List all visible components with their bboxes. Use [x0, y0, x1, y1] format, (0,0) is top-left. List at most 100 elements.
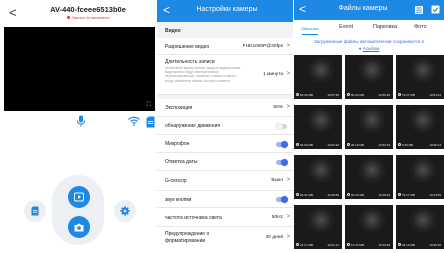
setting-label: Отметка даты: [165, 159, 198, 165]
date-stamp-toggle[interactable]: [276, 159, 288, 166]
live-view-screen: < AV-440-fceee6513b0e Запись остановлена…: [0, 0, 155, 253]
file-size: 36.19 MB: [402, 243, 415, 247]
setting-label: Микрофон: [165, 141, 190, 147]
setting-description: Установите время записи каждого видеорол…: [165, 66, 242, 83]
setting-light-frequency[interactable]: частота источника света 50Hz >: [157, 208, 293, 227]
tab-normal[interactable]: Обычные: [301, 26, 319, 31]
setting-format-warning[interactable]: Предупреждение о форматировании 30 дней …: [157, 227, 293, 253]
video-icon: [398, 92, 401, 96]
video-icon: [398, 242, 401, 246]
recording-dot-icon: [66, 16, 70, 20]
chevron-right-icon: >: [286, 71, 290, 77]
app-screens: < AV-440-fceee6513b0e Запись остановлена…: [0, 0, 444, 253]
setting-label: Экспозиция: [165, 105, 193, 111]
setting-date-stamp: Отметка даты: [157, 153, 293, 171]
video-icon: [296, 142, 299, 146]
settings-header: < Настройки камеры: [157, 0, 293, 22]
camera-icon: [74, 223, 84, 231]
setting-label: частота источника света: [165, 215, 222, 221]
select-checkbox-icon[interactable]: [431, 5, 440, 14]
grid-view-icon[interactable]: [415, 6, 423, 14]
auto-save-note-text: Загруженные файлы автоматически сохраняю…: [314, 39, 424, 44]
setting-value: 50Hz: [271, 215, 283, 220]
file-size: 41.17 MB: [300, 243, 313, 247]
video-thumbnail[interactable]: 36.19 MB 10:52:23: [345, 105, 393, 149]
setting-label: G-сенсор: [165, 178, 187, 184]
video-icon: [398, 192, 401, 196]
files-title: Файлы камеры: [338, 5, 388, 12]
file-time: 10:44:59: [429, 193, 441, 197]
microphone-icon[interactable]: [76, 115, 86, 127]
video-thumbnail[interactable]: 36.00 MB 10:52:34: [294, 105, 342, 149]
camera-settings-screen: < Настройки камеры Видео Разрешение виде…: [157, 0, 293, 253]
video-icon: [296, 92, 299, 96]
live-video[interactable]: ⛶: [4, 27, 155, 111]
fullscreen-icon[interactable]: ⛶: [147, 102, 151, 108]
camera-files-screen: < Файлы камеры Обычные Event Парковка Фо…: [294, 0, 444, 253]
snapshot-button[interactable]: [68, 216, 90, 238]
recording-status-text: Запись остановлена: [71, 15, 110, 20]
video-thumbnail[interactable]: 70.17 MB 10:44:59: [396, 155, 444, 199]
video-thumbnail[interactable]: 8.30 MB 10:06:14: [396, 105, 444, 149]
active-tab-indicator: [302, 34, 318, 35]
tab-photo[interactable]: Фото: [414, 24, 427, 30]
settings-button[interactable]: [114, 200, 136, 222]
back-icon[interactable]: <: [9, 5, 17, 21]
file-size: 60.36 MB: [300, 93, 313, 97]
tab-parking[interactable]: Парковка: [373, 24, 397, 30]
wifi-icon[interactable]: [128, 116, 140, 126]
button-sound-toggle[interactable]: [276, 196, 288, 203]
sd-storage-button[interactable]: [24, 200, 46, 222]
album-link[interactable]: Альбом: [363, 46, 379, 51]
setting-label: Разрешение видео: [165, 44, 210, 50]
video-thumbnail[interactable]: 36.19 MB 10:35:36: [396, 205, 444, 249]
video-thumbnail[interactable]: 79.37 MB 10:54:24: [396, 55, 444, 99]
file-size: 13.33 MB: [351, 243, 364, 247]
gear-icon: [120, 206, 130, 216]
file-time: 10:54:24: [429, 93, 441, 97]
tab-event[interactable]: Event: [339, 24, 353, 30]
video-thumbnail[interactable]: 60.31 MB 10:49:59: [294, 155, 342, 199]
setting-gsensor[interactable]: G-сенсор Выкл >: [157, 171, 293, 191]
file-size: 36.19 MB: [351, 143, 364, 147]
video-thumbnail[interactable]: 60.34 MB 10:56:39: [345, 55, 393, 99]
file-size: 60.34 MB: [351, 93, 364, 97]
file-size: 60.34 MB: [351, 193, 364, 197]
video-icon: [296, 242, 299, 246]
setting-value: Выкл: [271, 178, 283, 183]
setting-resolution[interactable]: Разрешение видео FHD1080P@30fps >: [157, 38, 293, 55]
playback-button[interactable]: [68, 186, 90, 208]
setting-label: обнаружение движения: [165, 123, 221, 129]
motion-detection-toggle[interactable]: [276, 123, 287, 130]
setting-value: 1 минута: [263, 72, 283, 77]
video-icon: [347, 142, 350, 146]
setting-label: Длительность записи: [165, 59, 215, 65]
file-time: 10:06:14: [429, 143, 441, 147]
video-thumbnail[interactable]: 60.34 MB 10:48:34: [345, 155, 393, 199]
back-icon[interactable]: <: [299, 2, 306, 16]
setting-microphone: Микрофон: [157, 135, 293, 153]
back-icon[interactable]: <: [163, 3, 170, 17]
setting-exposure[interactable]: Экспозиция 50% >: [157, 99, 293, 117]
chevron-right-icon: >: [286, 214, 290, 220]
video-thumbnail[interactable]: 13.33 MB 10:40:28: [345, 205, 393, 249]
setting-motion-detection: обнаружение движения: [157, 117, 293, 135]
file-time: 10:57:59: [327, 93, 339, 97]
setting-record-length[interactable]: Длительность записи Установите время зап…: [157, 55, 293, 95]
video-icon: [296, 192, 299, 196]
video-thumbnail[interactable]: 41.17 MB 10:41:14: [294, 205, 342, 249]
sd-card-icon[interactable]: [146, 116, 155, 128]
file-time: 10:40:28: [378, 243, 390, 247]
camera-title: AV-440-fceee6513b0e: [50, 5, 126, 14]
setting-label: звук кнопки: [165, 197, 192, 203]
section-video: Видео: [157, 24, 293, 38]
file-size: 60.31 MB: [300, 193, 313, 197]
setting-value: 50%: [273, 105, 283, 110]
video-thumbnail[interactable]: 60.36 MB 10:57:59: [294, 55, 342, 99]
file-size: 79.37 MB: [402, 93, 415, 97]
setting-value: FHD1080P@30fps: [242, 44, 283, 49]
microphone-toggle[interactable]: [276, 141, 288, 148]
chevron-right-icon: >: [286, 43, 290, 49]
file-tabs: Обычные Event Парковка Фото: [294, 20, 444, 35]
file-time: 10:49:59: [327, 193, 339, 197]
